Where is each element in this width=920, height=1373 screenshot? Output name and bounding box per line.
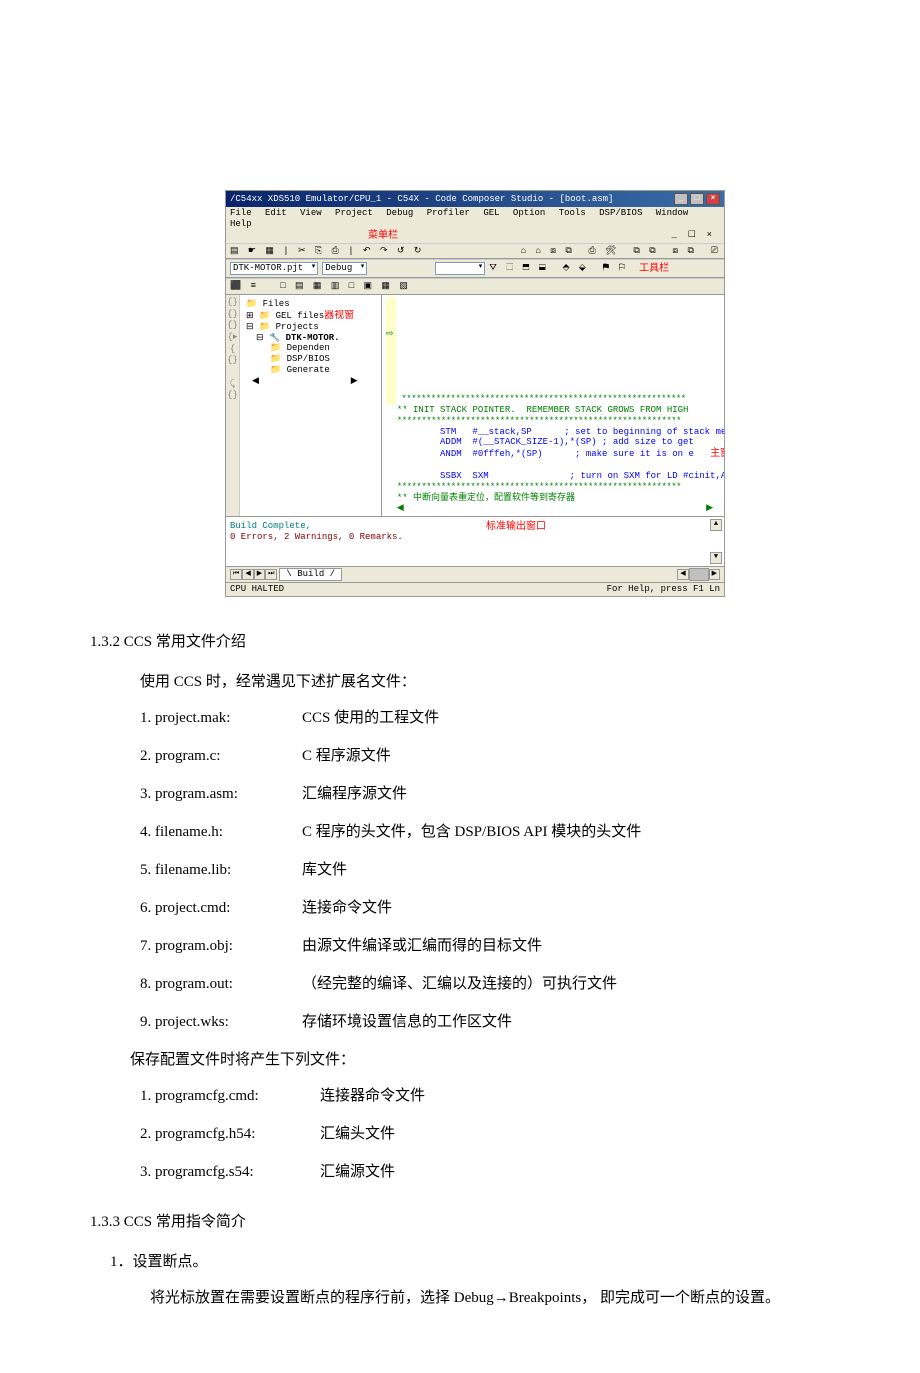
- tree-project: ⊟ 🔧 DTK-MOTOR.: [246, 333, 377, 344]
- tree-bios: 📁 DSP/BIOS: [246, 354, 377, 365]
- menubar-annotation: 菜单栏: [368, 230, 398, 241]
- menu-file[interactable]: File: [230, 208, 252, 218]
- empty-dropdown[interactable]: [435, 262, 485, 275]
- menu-view[interactable]: View: [300, 208, 322, 218]
- item-1-body: 将光标放置在需要设置断点的程序行前，选择 Debug→Breakpoints， …: [150, 1283, 860, 1313]
- output-tabs: ⏮ ◀ ▶ ⏭ \ Build / ◀ ▶: [226, 566, 724, 582]
- file-row: 1. programcfg.cmd:连接器命令文件: [140, 1081, 860, 1111]
- scroll-right[interactable]: ▶: [709, 569, 720, 579]
- main-area: {}{}{}{▸{{}⤹{} 📁 Files ⊞ 📁 GEL files器视窗 …: [226, 295, 724, 516]
- file-row: 9. project.wks:存储环境设置信息的工作区文件: [140, 1007, 860, 1037]
- menu-edit[interactable]: Edit: [265, 208, 287, 218]
- scroll-left[interactable]: ◀: [677, 569, 688, 579]
- minimize-button[interactable]: _: [674, 193, 688, 205]
- file-row: 3. program.asm:汇编程序源文件: [140, 779, 860, 809]
- tab-nav-prev[interactable]: ◀: [242, 569, 253, 579]
- build-complete-text: Build Complete,: [230, 521, 720, 532]
- close-button[interactable]: ×: [706, 193, 720, 205]
- build-errors-text: 0 Errors, 2 Warnings, 0 Remarks.: [230, 532, 720, 543]
- debug-sidebar: {}{}{}{▸{{}⤹{}: [226, 295, 240, 516]
- code-editor[interactable]: ⇨ **************************************…: [382, 295, 724, 516]
- ccs-screenshot: /C54xx XDS510 Emulator/CPU_1 - C54X - Co…: [225, 190, 725, 597]
- config-dropdown[interactable]: Debug: [322, 262, 367, 275]
- tab-nav-next[interactable]: ▶: [254, 569, 265, 579]
- file-row: 5. filename.lib:库文件: [140, 855, 860, 885]
- section-132-title: 1.3.2 CCS 常用文件介绍: [90, 627, 860, 657]
- section-133-title: 1.3.3 CCS 常用指令简介: [90, 1207, 860, 1237]
- file-row: 4. filename.h:C 程序的头文件，包含 DSP/BIOS API 模…: [140, 817, 860, 847]
- project-dropdown[interactable]: DTK-MOTOR.pjt: [230, 262, 318, 275]
- file-row: 2. program.c:C 程序源文件: [140, 741, 860, 771]
- tree-projects: ⊟ 📁 Projects: [246, 322, 377, 333]
- project-tree-pane: {}{}{}{▸{{}⤹{} 📁 Files ⊞ 📁 GEL files器视窗 …: [226, 295, 382, 516]
- tab-nav-first[interactable]: ⏮: [230, 569, 242, 579]
- file-list-1: 1. project.mak:CCS 使用的工程文件 2. program.c:…: [140, 703, 860, 1037]
- file-list-2: 1. programcfg.cmd:连接器命令文件 2. programcfg.…: [140, 1081, 860, 1187]
- file-row: 6. project.cmd:连接命令文件: [140, 893, 860, 923]
- breakpoint-gutter[interactable]: ⇨: [386, 297, 396, 405]
- section-132-intro: 使用 CCS 时，经常遇见下述扩展名文件：: [140, 667, 860, 697]
- window-title: /C54xx XDS510 Emulator/CPU_1 - C54X - Co…: [230, 194, 613, 205]
- tree-dep: 📁 Dependen: [246, 343, 377, 354]
- menu-option[interactable]: Option: [513, 208, 545, 218]
- output-annotation: 标准输出窗口: [486, 521, 546, 533]
- menu-help[interactable]: Help: [230, 219, 252, 229]
- menubar: File Edit View Project Debug Profiler GE…: [226, 207, 724, 243]
- tree-files: 📁 Files: [246, 299, 377, 310]
- file-row: 7. program.obj:由源文件编译或汇编而得的目标文件: [140, 931, 860, 961]
- tab-build[interactable]: \ Build /: [279, 568, 342, 581]
- menu-tools[interactable]: Tools: [559, 208, 586, 218]
- status-help: For Help, press F1 Ln: [607, 584, 720, 595]
- toolbar-project: DTK-MOTOR.pjt Debug ⛛ ⬚ ⬒ ⬓ ⬘ ⬙ ⚑ ⚐ 工具栏: [226, 259, 724, 278]
- tree-gel: ⊞ 📁 GEL files器视窗: [246, 310, 377, 322]
- file-row: 8. program.out:（经完整的编译、汇编以及连接的）可执行文件: [140, 969, 860, 999]
- save-note: 保存配置文件时将产生下列文件：: [130, 1045, 860, 1075]
- window-titlebar: /C54xx XDS510 Emulator/CPU_1 - C54X - Co…: [226, 191, 724, 207]
- menu-gel[interactable]: GEL: [483, 208, 499, 218]
- file-row: 2. programcfg.h54:汇编头文件: [140, 1119, 860, 1149]
- file-row: 3. programcfg.s54:汇编源文件: [140, 1157, 860, 1187]
- menu-profiler[interactable]: Profiler: [427, 208, 470, 218]
- maximize-button[interactable]: □: [690, 193, 704, 205]
- window-controls: _ □ ×: [674, 193, 720, 205]
- item-1-title: 1．设置断点。: [110, 1247, 860, 1277]
- tab-nav-last[interactable]: ⏭: [265, 569, 277, 579]
- menu-dspbios[interactable]: DSP/BIOS: [599, 208, 642, 218]
- menu-debug[interactable]: Debug: [386, 208, 413, 218]
- statusbar: CPU HALTED For Help, press F1 Ln: [226, 582, 724, 596]
- output-window: Build Complete, 0 Errors, 2 Warnings, 0 …: [226, 516, 724, 566]
- status-cpu: CPU HALTED: [230, 584, 284, 595]
- toolbar-debug: ⬛ ≡ □ ▤ ▦ ▥ □ ▣ ▦ ▧: [226, 278, 724, 295]
- toolbar-main: ▤ ☛ ▦ | ✂ ⎘ ⎙ | ↶ ↷ ↺ ↻ ⌂ ⌂ ⧈ ⧉ ⎙ 🛠 ⧉ ⧉ …: [226, 243, 724, 260]
- toolbar-annotation: 工具栏: [639, 263, 669, 275]
- toolbar-debug-icons[interactable]: ⛛ ⬚ ⬒ ⬓ ⬘ ⬙ ⚑ ⚐: [489, 263, 627, 274]
- menu-project[interactable]: Project: [335, 208, 373, 218]
- file-row: 1. project.mak:CCS 使用的工程文件: [140, 703, 860, 733]
- toolbar-icons-right[interactable]: ⌂ ⌂ ⧈ ⧉ ⎙ 🛠 ⧉ ⧉ ⧈ ⧉ ⎚: [521, 246, 720, 257]
- project-tree[interactable]: 📁 Files ⊞ 📁 GEL files器视窗 ⊟ 📁 Projects ⊟ …: [244, 297, 379, 389]
- tree-gen: 📁 Generate: [246, 365, 377, 376]
- menu-window[interactable]: Window: [656, 208, 688, 218]
- toolbar-icons-left[interactable]: ▤ ☛ ▦ | ✂ ⎘ ⎙ | ↶ ↷ ↺ ↻: [230, 246, 423, 257]
- toolbar-step-icons[interactable]: ⬛ ≡ □ ▤ ▦ ▥ □ ▣ ▦ ▧: [230, 281, 410, 292]
